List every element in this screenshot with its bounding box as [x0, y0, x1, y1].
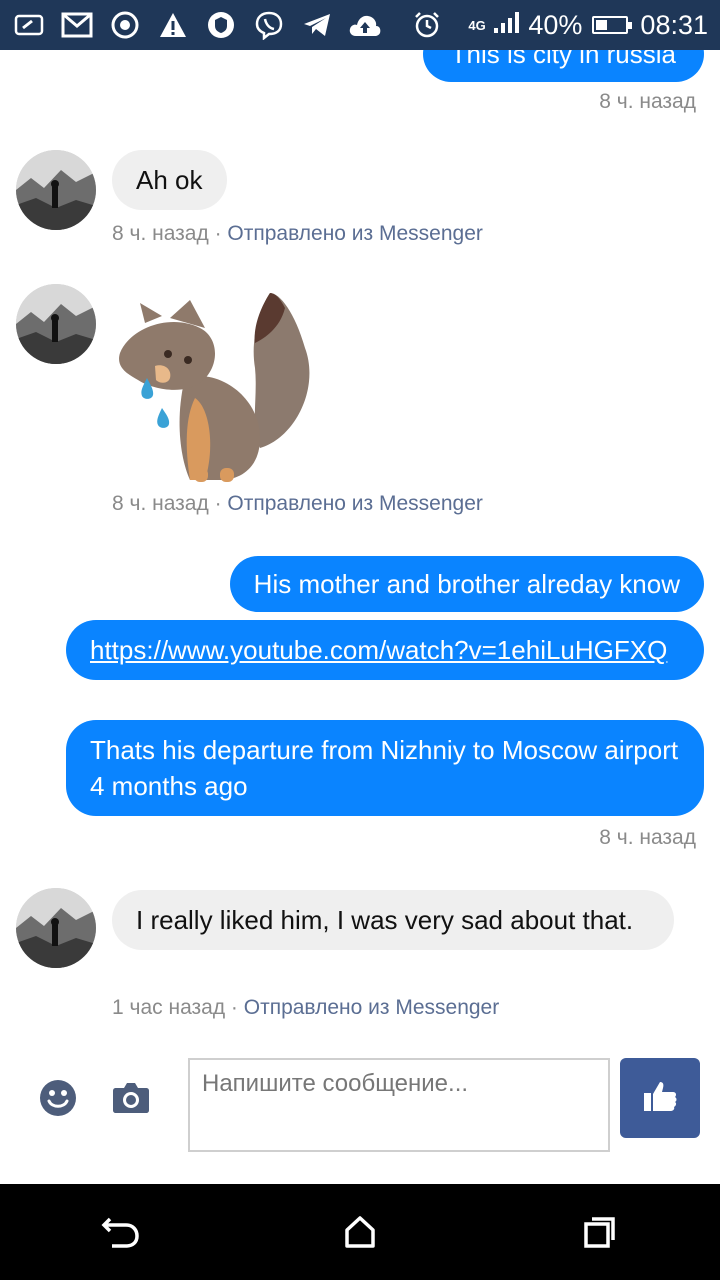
meta-separator: · — [208, 222, 228, 245]
outgoing-message[interactable]: This is city in russia — [422, 50, 704, 82]
message-text: I really liked him, I was very sad about… — [136, 905, 634, 935]
camera-icon[interactable] — [112, 1080, 150, 1114]
sent-via-label: Отправлено из Messenger — [227, 492, 483, 515]
like-button[interactable] — [620, 1058, 700, 1138]
navigation-bar — [0, 1184, 720, 1280]
telegram-icon — [300, 8, 334, 42]
avatar[interactable] — [16, 888, 96, 968]
meta-separator: · — [208, 492, 228, 515]
meta-separator: · — [225, 996, 244, 1019]
message-input[interactable] — [188, 1058, 610, 1152]
status-right: 4G 40% 08:31 — [468, 10, 708, 41]
incoming-message[interactable]: Ah ok — [112, 150, 227, 210]
avatar[interactable] — [16, 284, 96, 364]
battery-percent: 40% — [528, 9, 583, 40]
screen-cast-icon — [12, 8, 46, 42]
message-text: This is city in russia — [450, 50, 676, 69]
status-bar: 4G 40% 08:31 — [0, 0, 720, 50]
outgoing-message[interactable]: His mother and brother alreday know — [229, 556, 704, 612]
message-timestamp: 8 ч. назад — [599, 90, 696, 113]
message-meta: 8 ч. назад · Отправлено из Messenger — [112, 492, 483, 516]
message-time: 1 час назад — [112, 996, 226, 1019]
alarm-icon — [410, 8, 444, 42]
message-time: 8 ч. назад — [112, 222, 209, 245]
message-time: 8 ч. назад — [112, 492, 209, 515]
sent-via-label: Отправлено из Messenger — [227, 222, 483, 245]
warning-icon — [156, 8, 190, 42]
message-timestamp: 8 ч. назад — [599, 826, 696, 849]
thumbs-up-icon — [642, 1078, 678, 1119]
home-icon[interactable] — [330, 1202, 390, 1262]
message-text: Thats his departure from Nizhniy to Mosc… — [90, 735, 693, 801]
outgoing-message[interactable]: Thats his departure from Nizhniy to Mosc… — [66, 720, 704, 816]
message-composer — [0, 1050, 720, 1184]
clock: 08:31 — [640, 9, 708, 40]
youtube-link[interactable]: https://www.youtube.com/watch?v=1ehiLuHG… — [90, 635, 667, 665]
sent-via-label: Отправлено из Messenger — [243, 996, 500, 1019]
battery-icon — [592, 16, 633, 34]
emoji-icon[interactable] — [38, 1078, 78, 1118]
cloud-upload-icon — [348, 8, 382, 42]
message-text: Ah ok — [136, 165, 203, 195]
notification-icons — [12, 8, 468, 42]
incoming-message[interactable]: I really liked him, I was very sad about… — [112, 890, 674, 950]
vpn-shield-icon — [204, 8, 238, 42]
network-type: 4G — [468, 17, 486, 33]
back-icon[interactable] — [90, 1202, 150, 1262]
message-text: His mother and brother alreday know — [253, 569, 680, 599]
message-meta: 8 ч. назад · Отправлено из Messenger — [112, 222, 483, 246]
message-meta: 1 час назад · Отправлено из Messenger — [112, 996, 499, 1020]
viber-icon — [252, 8, 286, 42]
chrome-icon — [108, 8, 142, 42]
signal-icon — [492, 10, 522, 41]
crying-fox-sticker[interactable] — [110, 288, 315, 483]
gmail-icon — [60, 8, 94, 42]
outgoing-link-message[interactable]: https://www.youtube.com/watch?v=1ehiLuHG… — [66, 620, 704, 680]
recents-icon[interactable] — [570, 1202, 630, 1262]
avatar[interactable] — [16, 150, 96, 230]
chat-thread[interactable]: This is city in russia 8 ч. назад Ah ok … — [0, 50, 720, 1050]
